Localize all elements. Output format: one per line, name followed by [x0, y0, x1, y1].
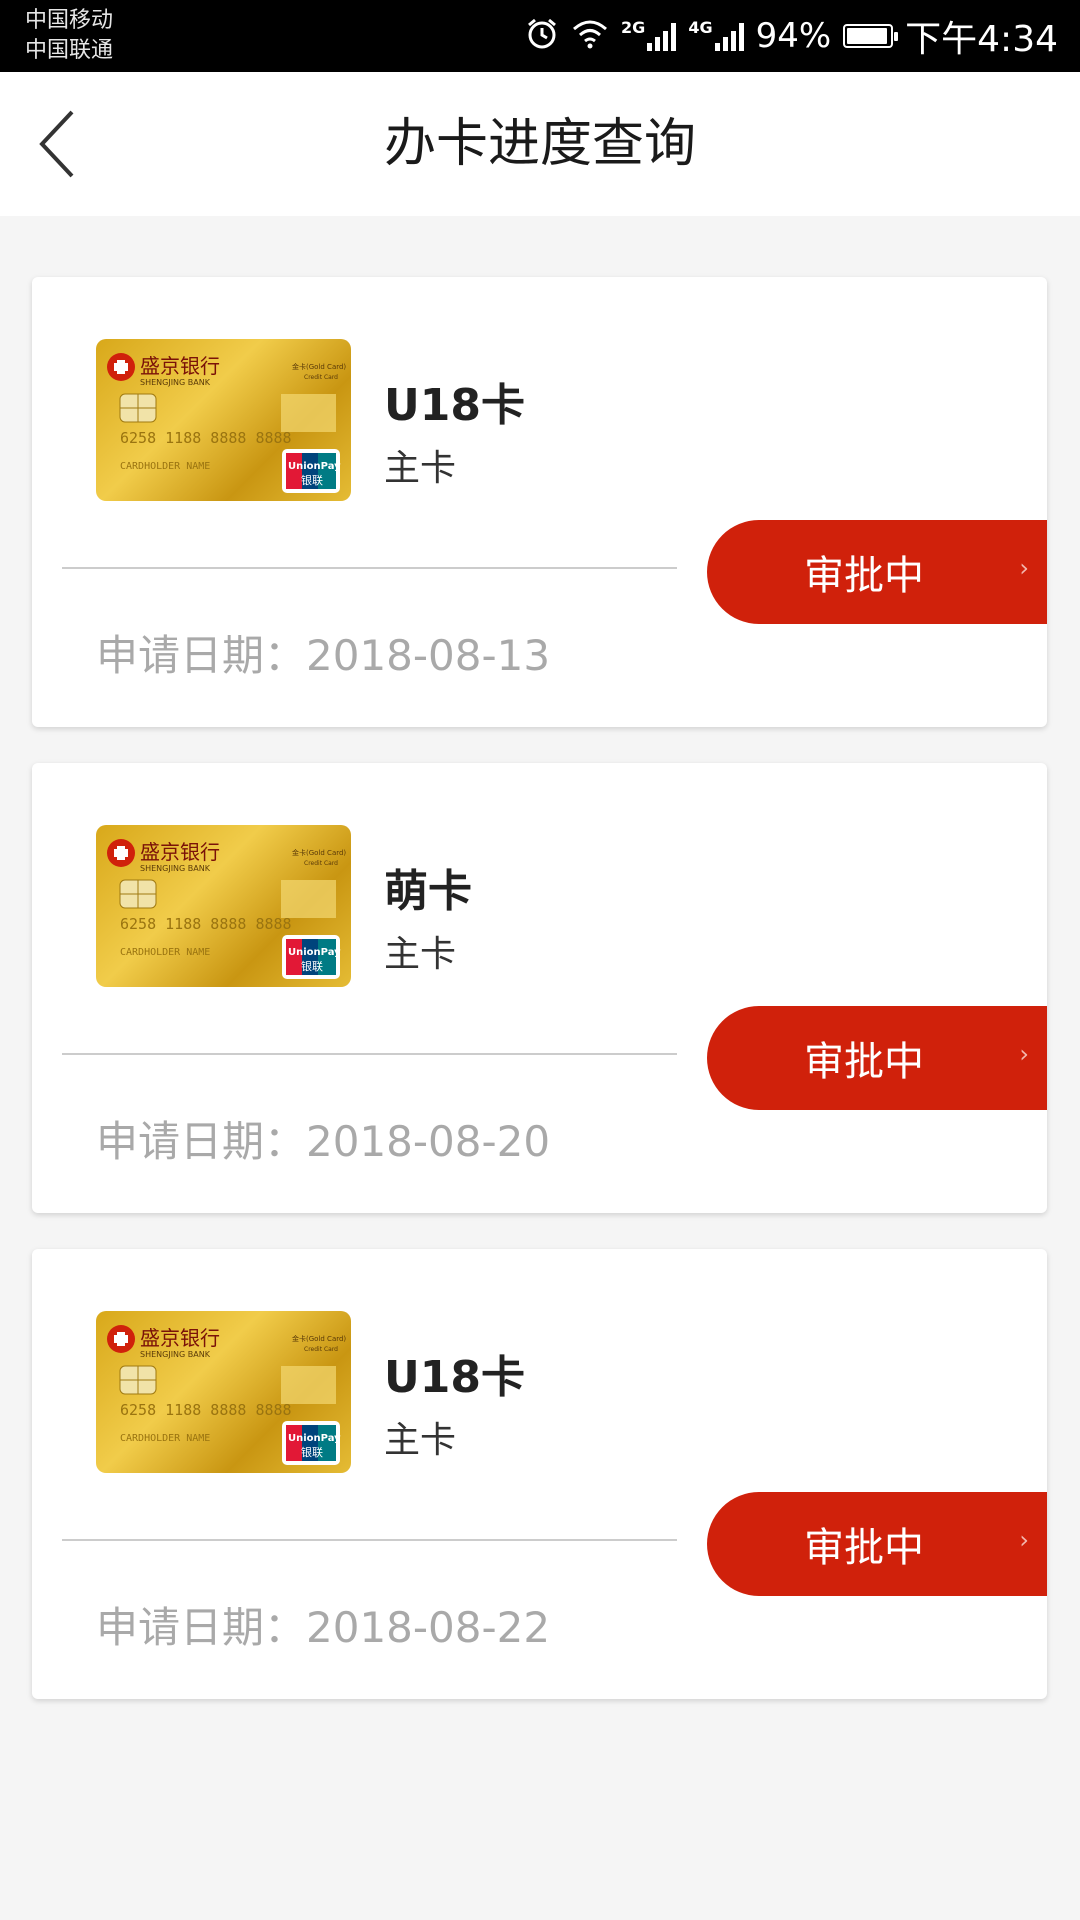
card-tier: 金卡(Gold Card): [292, 362, 346, 371]
divider: [62, 567, 677, 569]
application-date: 申请日期：2018-08-13: [96, 631, 551, 680]
card-product-name: 萌卡: [384, 866, 472, 917]
status-label: 审批中: [804, 553, 924, 599]
card-type: 主卡: [384, 934, 457, 975]
credit-card-image: 盛京银行 SHENGJING BANK 金卡(Gold Card) Credit…: [96, 825, 351, 987]
divider: [62, 1539, 677, 1541]
card-holder-name: CARDHOLDER NAME: [120, 947, 210, 958]
status-icons: 2G 4G 94% 下午4:34: [525, 0, 1058, 72]
network-type-1: 2G: [621, 17, 646, 37]
card-number: 6258 1188 8888 8888: [120, 915, 292, 933]
card-type: 主卡: [384, 1420, 457, 1461]
network-type-2: 4G: [688, 17, 713, 37]
credit-card-image: 盛京银行 SHENGJING BANK 金卡(Gold Card) Credit…: [96, 339, 351, 501]
card-number: 6258 1188 8888 8888: [120, 1401, 292, 1419]
credit-card-image: 盛京银行 SHENGJING BANK 金卡(Gold Card) Credit…: [96, 1311, 351, 1473]
status-label: 审批中: [804, 1039, 924, 1085]
card-holder-name: CARDHOLDER NAME: [120, 461, 210, 472]
carrier-2: 中国联通: [25, 38, 114, 63]
card-bank-english-name: SHENGJING BANK: [140, 1350, 211, 1359]
card-bank-english-name: SHENGJING BANK: [140, 378, 211, 387]
chevron-right-icon: ›: [1019, 1526, 1029, 1554]
application-date: 申请日期：2018-08-22: [96, 1603, 551, 1652]
status-button[interactable]: 审批中 ›: [707, 520, 1047, 624]
status-label: 审批中: [804, 1525, 924, 1571]
status-button[interactable]: 审批中 ›: [707, 1006, 1047, 1110]
chevron-right-icon: ›: [1019, 1040, 1029, 1068]
header: 办卡进度查询: [0, 72, 1080, 216]
card-bank-name: 盛京银行: [140, 354, 220, 378]
carrier-names: 中国移动 中国联通: [25, 6, 113, 66]
status-bar: 中国移动 中国联通 2G 4G 94% 下午4:34: [0, 0, 1080, 72]
card-network-chinese: 银联: [301, 959, 323, 973]
card-tier: 金卡(Gold Card): [292, 1334, 346, 1343]
application-card[interactable]: 盛京银行 SHENGJING BANK 金卡(Gold Card) Credit…: [32, 763, 1047, 1213]
carrier-1: 中国移动: [25, 8, 114, 33]
battery-icon: [843, 24, 899, 48]
card-number: 6258 1188 8888 8888: [120, 429, 292, 447]
signal-icon-2: [714, 21, 744, 51]
signal-icon-1: [647, 21, 677, 51]
divider: [62, 1053, 677, 1055]
card-tier-subtitle: Credit Card: [304, 860, 338, 867]
card-network-chinese: 银联: [301, 1445, 323, 1459]
card-tier: 金卡(Gold Card): [292, 848, 346, 857]
card-tier-subtitle: Credit Card: [304, 1346, 338, 1353]
application-card[interactable]: 盛京银行 SHENGJING BANK 金卡(Gold Card) Credit…: [32, 1249, 1047, 1699]
clock: 下午4:34: [905, 19, 1058, 60]
alarm-icon: [525, 17, 559, 55]
card-network: UnionPay: [288, 1433, 341, 1444]
application-date: 申请日期：2018-08-20: [96, 1117, 551, 1166]
battery-percent: 94%: [755, 16, 832, 56]
card-bank-english-name: SHENGJING BANK: [140, 864, 211, 873]
page-title: 办卡进度查询: [383, 114, 696, 174]
wifi-icon: [571, 19, 609, 53]
card-network: UnionPay: [288, 947, 341, 958]
card-product-name: U18卡: [384, 380, 525, 431]
card-product-name: U18卡: [384, 1352, 525, 1403]
chevron-right-icon: ›: [1019, 554, 1029, 582]
card-type: 主卡: [384, 448, 457, 489]
card-bank-name: 盛京银行: [140, 1326, 220, 1350]
card-holder-name: CARDHOLDER NAME: [120, 1433, 210, 1444]
card-network: UnionPay: [288, 461, 341, 472]
status-button[interactable]: 审批中 ›: [707, 1492, 1047, 1596]
application-card[interactable]: 盛京银行 SHENGJING BANK 金卡(Gold Card) Credit…: [32, 277, 1047, 727]
card-network-chinese: 银联: [301, 473, 323, 487]
card-tier-subtitle: Credit Card: [304, 374, 338, 381]
card-bank-name: 盛京银行: [140, 840, 220, 864]
